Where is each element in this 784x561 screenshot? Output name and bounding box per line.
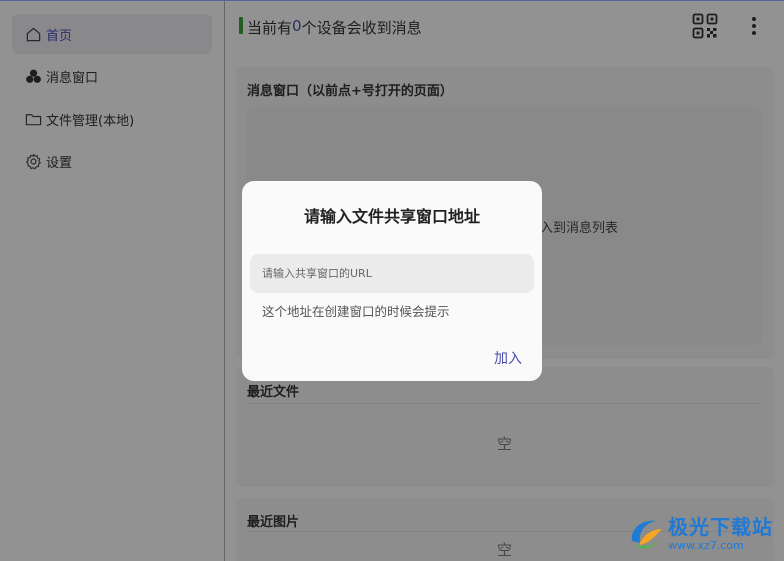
- watermark-name: 极光下载站: [668, 515, 773, 539]
- watermark-logo-icon: [626, 513, 666, 553]
- share-url-input[interactable]: [250, 254, 534, 293]
- watermark-url: www.xz7.com: [668, 539, 744, 552]
- watermark: 极光下载站 www.xz7.com: [622, 507, 782, 557]
- join-button[interactable]: 加入: [494, 348, 522, 368]
- dialog-hint: 这个地址在创建窗口的时候会提示: [262, 304, 450, 319]
- share-url-dialog: 请输入文件共享窗口地址 这个地址在创建窗口的时候会提示 加入: [242, 181, 542, 381]
- dialog-title: 请输入文件共享窗口地址: [303, 207, 480, 226]
